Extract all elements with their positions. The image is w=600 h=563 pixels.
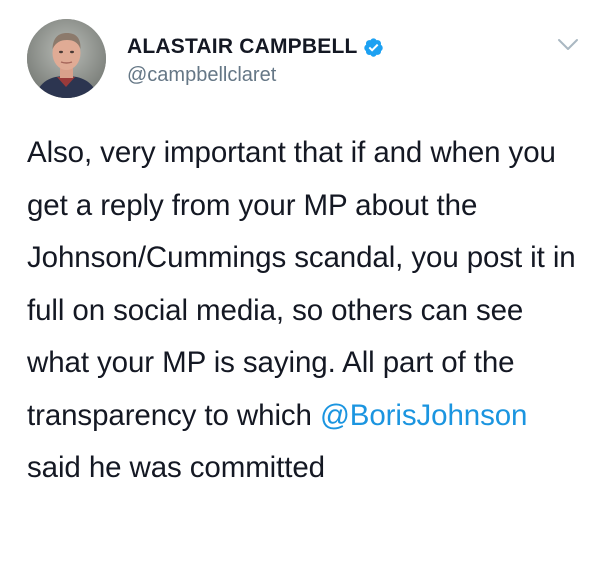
author-name-row: ALASTAIR CAMPBELL xyxy=(127,34,384,60)
avatar[interactable] xyxy=(27,19,106,98)
profile-photo-icon xyxy=(27,19,106,98)
author-handle[interactable]: @campbellclaret xyxy=(127,64,276,87)
chevron-down-icon[interactable] xyxy=(557,38,579,52)
tweet-card: ALASTAIR CAMPBELL @campbellclaret Also, … xyxy=(0,0,600,563)
verified-badge-icon xyxy=(363,37,384,58)
tweet-text-part: said he was committed xyxy=(27,451,325,484)
tweet-text: Also, very important that if and when yo… xyxy=(27,127,587,495)
author-display-name[interactable]: ALASTAIR CAMPBELL xyxy=(127,35,358,59)
tweet-text-part: Also, very important that if and when yo… xyxy=(27,136,576,432)
mention-link[interactable]: @BorisJohnson xyxy=(320,399,527,432)
